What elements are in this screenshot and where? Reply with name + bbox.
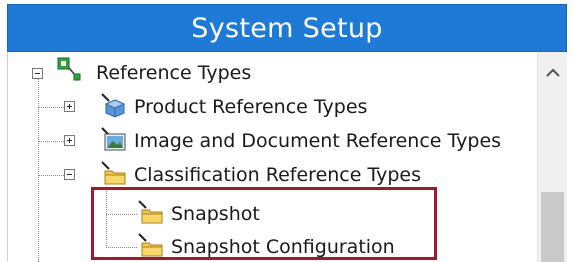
expand-toggle[interactable] [64,101,75,112]
highlight-box [91,187,437,260]
tree-item-product-reference-types[interactable]: Product Reference Types [134,92,367,122]
scrollbar-thumb[interactable] [541,192,564,262]
tree-item-label: Product Reference Types [134,96,368,118]
vertical-scrollbar[interactable] [537,52,567,262]
tree-item-label: Image and Document Reference Types [134,130,502,152]
tree-connector-line [38,141,64,142]
picture-icon [100,126,128,158]
tree-item-label: Classification Reference Types [134,164,422,186]
tree-connector-line [38,175,64,176]
tree-item-label: Reference Types [96,62,252,84]
tree-item-image-and-document-reference-types[interactable]: Image and Document Reference Types [134,126,501,156]
scroll-up-button[interactable] [538,52,567,92]
window-title: System Setup [191,12,383,44]
chevron-up-icon [545,63,560,82]
cube-icon [100,92,128,124]
tree-item-classification-reference-types[interactable]: Classification Reference Types [134,160,421,190]
collapse-toggle[interactable] [32,68,43,79]
tree-connector-line [38,107,64,108]
tree-item-reference-types[interactable]: Reference Types [96,58,251,88]
network-node-icon [55,56,83,88]
collapse-toggle[interactable] [64,169,75,180]
expand-toggle[interactable] [64,135,75,146]
title-bar: System Setup [7,4,567,52]
system-setup-window: System Setup Reference Types Product Ref… [0,0,574,262]
